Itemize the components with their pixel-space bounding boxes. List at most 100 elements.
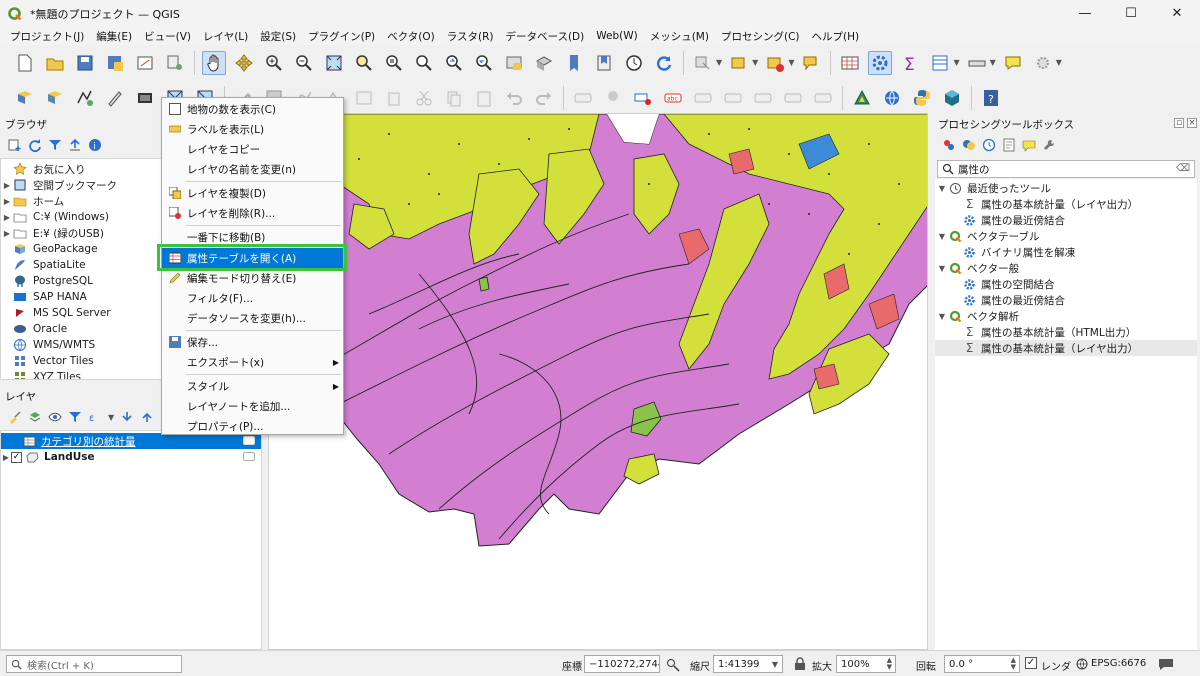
info-icon[interactable]: i	[88, 138, 102, 152]
menu-item-save[interactable]: 保存...	[162, 332, 343, 352]
expand-all-icon[interactable]	[120, 410, 134, 424]
zoom-full-icon[interactable]	[322, 51, 346, 75]
new-geopackage-icon[interactable]	[43, 86, 67, 110]
zoom-native-icon[interactable]	[412, 51, 436, 75]
label-rotate-icon[interactable]	[751, 86, 775, 110]
temporal-clock-icon[interactable]	[622, 51, 646, 75]
python-console-icon[interactable]	[910, 86, 934, 110]
filter-legend-icon[interactable]	[68, 410, 82, 424]
field-calculator-icon[interactable]	[928, 51, 952, 75]
magnifier-field[interactable]: 100% ▲ ▼	[836, 655, 896, 673]
layer-visibility-checkbox[interactable]: ✓	[11, 451, 22, 463]
dropdown-arrow-icon[interactable]: ▼	[1056, 58, 1062, 67]
collapse-all-icon[interactable]	[68, 138, 82, 152]
messages-icon[interactable]	[1158, 657, 1174, 671]
label-properties-icon[interactable]	[811, 86, 835, 110]
layer-item-landuse[interactable]: ▶ ✓ LandUse	[1, 449, 261, 465]
open-attribute-table-icon[interactable]	[838, 51, 862, 75]
redo-icon[interactable]	[532, 86, 556, 110]
proc-alg-spatial-join[interactable]: 属性の空間結合	[935, 276, 1197, 292]
filter-by-expression-icon[interactable]: ε	[88, 410, 102, 424]
zoom-to-selection-icon[interactable]	[352, 51, 376, 75]
expand-arrow-icon[interactable]: ▶	[1, 213, 13, 222]
visibility-eye-icon[interactable]	[48, 410, 62, 424]
panel-float-icon[interactable]: ▫	[1174, 118, 1184, 128]
zoom-out-icon[interactable]	[292, 51, 316, 75]
menu-item-style[interactable]: スタイル ▶	[162, 376, 343, 396]
settings-gear-icon[interactable]	[1031, 51, 1055, 75]
new-project-icon[interactable]	[13, 51, 37, 75]
proc-group-vector-analysis[interactable]: ▼ ベクタ解析	[935, 308, 1197, 324]
proc-alg-basic-stats-layer[interactable]: Σ 属性の基本統計量（レイヤ出力）	[935, 340, 1197, 356]
digitize-icon[interactable]	[103, 86, 127, 110]
options-wrench-icon[interactable]	[1042, 138, 1056, 152]
spinner-arrows-icon[interactable]: ▲ ▼	[887, 657, 892, 671]
menu-settings[interactable]: 設定(S)	[254, 29, 302, 44]
expand-arrow-icon[interactable]: ▶	[1, 197, 13, 206]
pan-to-selection-icon[interactable]	[232, 51, 256, 75]
menu-mesh[interactable]: メッシュ(M)	[644, 29, 715, 44]
dropdown-arrow-icon[interactable]: ▼	[990, 58, 996, 67]
collapse-all-icon[interactable]	[140, 410, 154, 424]
expand-arrow-icon[interactable]: ▶	[1, 453, 11, 462]
menu-view[interactable]: ビュー(V)	[138, 29, 197, 44]
save-project-icon[interactable]	[73, 51, 97, 75]
coordinate-field[interactable]: −110272,27444	[584, 655, 660, 673]
select-by-expression-icon[interactable]	[799, 51, 823, 75]
style-manager-icon[interactable]	[163, 51, 187, 75]
proc-alg-basic-stats-layer[interactable]: Σ 属性の基本統計量（レイヤ出力）	[935, 196, 1197, 212]
lock-icon[interactable]	[794, 657, 806, 671]
menu-item-remove-layer[interactable]: レイヤを削除(R)...	[162, 203, 343, 223]
collapse-arrow-icon[interactable]: ▼	[935, 312, 949, 321]
results-viewer-icon[interactable]	[1002, 138, 1016, 152]
zoom-next-icon[interactable]	[472, 51, 496, 75]
menu-item-add-layer-note[interactable]: レイヤノートを追加...	[162, 396, 343, 416]
refresh-icon[interactable]	[28, 138, 42, 152]
map-canvas[interactable]	[268, 113, 928, 650]
georeferencer-icon[interactable]	[850, 86, 874, 110]
proc-alg-nearest-join[interactable]: 属性の最近傍結合	[935, 212, 1197, 228]
new-map-view-icon[interactable]	[502, 51, 526, 75]
open-project-icon[interactable]	[43, 51, 67, 75]
dropdown-arrow-icon[interactable]: ▼	[772, 660, 778, 669]
menu-item-duplicate-layer[interactable]: レイヤを複製(D)	[162, 183, 343, 203]
label-pin-icon[interactable]	[601, 86, 625, 110]
locator-search-input[interactable]: 検索(Ctrl + K)	[6, 655, 182, 673]
deselect-icon[interactable]	[763, 51, 787, 75]
dropdown-arrow-icon[interactable]: ▼	[953, 58, 959, 67]
crs-globe-icon[interactable]	[1076, 658, 1088, 670]
menu-processing[interactable]: プロセシング(C)	[715, 29, 806, 44]
zoom-to-layer-icon[interactable]	[382, 51, 406, 75]
maximize-button[interactable]: ☐	[1108, 0, 1154, 27]
proc-group-vector-general[interactable]: ▼ ベクター般	[935, 260, 1197, 276]
collapse-arrow-icon[interactable]: ▼	[935, 184, 949, 193]
refresh-icon[interactable]	[652, 51, 676, 75]
models-icon[interactable]	[942, 138, 956, 152]
expand-arrow-icon[interactable]: ▶	[1, 181, 13, 190]
menu-item-export[interactable]: エクスポート(x) ▶	[162, 352, 343, 372]
menu-item-properties[interactable]: プロパティ(P)...	[162, 416, 343, 436]
label-abc-icon[interactable]: abc	[661, 86, 685, 110]
proc-alg-nearest-join[interactable]: 属性の最近傍結合	[935, 292, 1197, 308]
menu-item-show-labels[interactable]: ラベルを表示(L)	[162, 119, 343, 139]
pan-hand-icon[interactable]	[202, 50, 226, 75]
plugin-cube-icon[interactable]	[940, 86, 964, 110]
collapse-arrow-icon[interactable]: ▼	[935, 264, 949, 273]
processing-search-input[interactable]: 属性の ⌫	[937, 160, 1195, 178]
copy-features-icon[interactable]	[442, 86, 466, 110]
label-change-icon[interactable]	[781, 86, 805, 110]
processing-toolbox-icon[interactable]	[868, 50, 893, 75]
modify-attributes-icon[interactable]	[352, 86, 376, 110]
print-layout-icon[interactable]	[133, 51, 157, 75]
minimize-button[interactable]: —	[1062, 0, 1108, 27]
data-source-manager-icon[interactable]	[13, 86, 37, 110]
proc-alg-unpack-binary[interactable]: バイナリ属性を解凍	[935, 244, 1197, 260]
dropdown-arrow-icon[interactable]: ▼	[108, 413, 114, 422]
layer-indicator-icon[interactable]	[243, 452, 255, 461]
menu-vector[interactable]: ベクタ(O)	[381, 29, 441, 44]
add-raster-icon[interactable]	[133, 86, 157, 110]
add-vector-layer-icon[interactable]	[73, 86, 97, 110]
menu-layer[interactable]: レイヤ(L)	[197, 29, 254, 44]
history-clock-icon[interactable]	[982, 138, 996, 152]
menu-plugins[interactable]: プラグイン(P)	[302, 29, 381, 44]
